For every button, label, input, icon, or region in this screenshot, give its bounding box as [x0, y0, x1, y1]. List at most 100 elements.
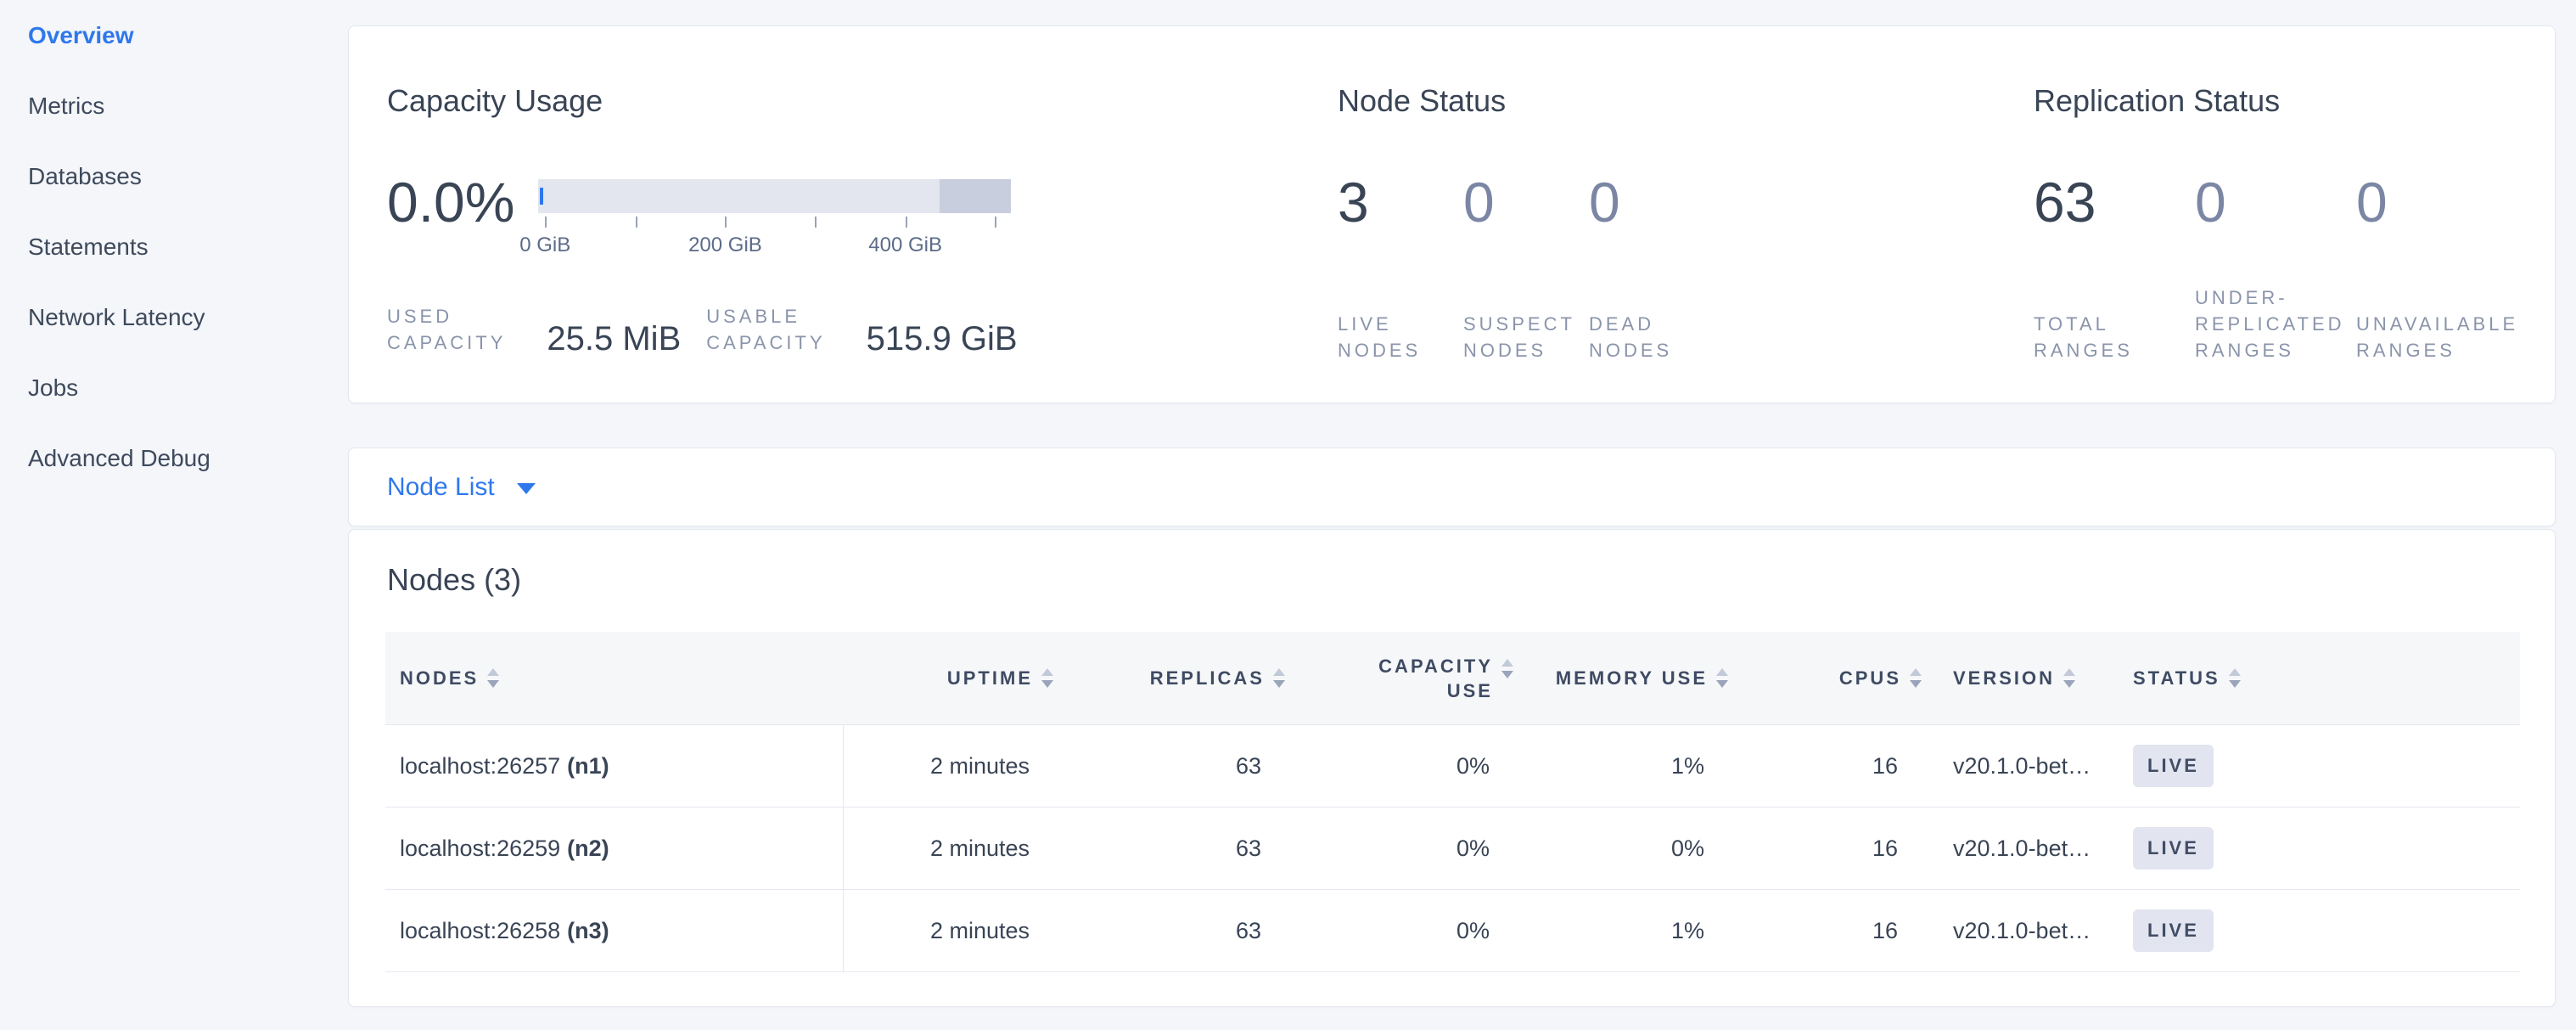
replication-status-title: Replication Status — [2034, 84, 2555, 118]
axis-tick — [815, 217, 817, 228]
label-line: CAPACITY — [706, 329, 825, 356]
status-cell: LIVE — [2123, 890, 2520, 971]
caret-down-icon — [517, 483, 536, 494]
unavailable-ranges-label: UNAVAILABLE RANGES — [2356, 311, 2517, 363]
total-ranges-label: TOTAL RANGES — [2034, 311, 2195, 363]
sidebar-item-overview[interactable]: Overview — [0, 0, 348, 70]
node-address-cell[interactable]: localhost:26259 (n2) — [385, 808, 844, 889]
sidebar-item-jobs[interactable]: Jobs — [0, 352, 348, 423]
label-line: USED — [387, 303, 506, 329]
cpus-cell: 16 — [1728, 725, 1922, 807]
node-name: (n1) — [567, 753, 609, 780]
sort-arrows-icon — [1273, 668, 1285, 688]
capacity-used-percent: 0.0% — [387, 172, 514, 256]
capacity-usage-title: Capacity Usage — [387, 84, 1299, 118]
memory-use-cell: 1% — [1513, 890, 1728, 971]
sidebar-item-metrics[interactable]: Metrics — [0, 70, 348, 141]
used-capacity-label: USED CAPACITY — [387, 303, 506, 356]
under-replicated-ranges-label: UNDER- REPLICATED RANGES — [2195, 284, 2356, 363]
uptime-cell: 2 minutes — [844, 725, 1053, 807]
live-nodes-stat: 3 LIVE NODES — [1338, 172, 1463, 363]
live-nodes-label: LIVE NODES — [1338, 311, 1463, 363]
sidebar-item-label: Metrics — [28, 93, 104, 120]
column-header-version[interactable]: VERSION — [1922, 667, 2123, 689]
capacity-bar-track — [538, 179, 1011, 213]
node-address-cell[interactable]: localhost:26258 (n3) — [385, 890, 844, 971]
sort-arrows-icon — [1501, 659, 1513, 678]
label-line: DEAD — [1589, 311, 1715, 337]
label-line: NODES — [1463, 337, 1589, 363]
version-cell: v20.1.0-bet… — [1922, 890, 2123, 971]
column-header-label: MEMORY USE — [1556, 667, 1708, 689]
nodes-table-card: Nodes (3) NODES UPTIME REPLICAS CAPACI — [348, 529, 2556, 1007]
axis-tick — [995, 217, 996, 228]
node-name: (n2) — [567, 836, 609, 862]
sort-arrows-icon — [487, 668, 499, 688]
replication-status-panel: Replication Status 63 TOTAL RANGES 0 UND… — [1995, 26, 2555, 402]
sidebar-item-label: Statements — [28, 234, 149, 261]
table-row: localhost:26258 (n3) 2 minutes 63 0% 1% … — [385, 890, 2520, 972]
capacity-gauge-row: 0.0% 0 GiB — [387, 172, 1299, 256]
usable-capacity-value: 515.9 GiB — [867, 322, 1018, 356]
total-ranges-stat: 63 TOTAL RANGES — [2034, 172, 2195, 363]
capacity-bar-used-segment — [540, 188, 543, 205]
cpus-cell: 16 — [1728, 890, 1922, 971]
under-replicated-ranges-value: 0 — [2195, 172, 2356, 232]
main-content: Capacity Usage 0.0% — [348, 0, 2576, 1030]
sidebar-item-statements[interactable]: Statements — [0, 211, 348, 282]
status-badge: LIVE — [2133, 827, 2214, 870]
column-header-nodes[interactable]: NODES — [385, 667, 844, 689]
sidebar-item-advanced-debug[interactable]: Advanced Debug — [0, 423, 348, 493]
tick-label: 200 GiB — [688, 234, 762, 257]
capacity-use-cell: 0% — [1285, 808, 1513, 889]
sidebar-item-network-latency[interactable]: Network Latency — [0, 282, 348, 352]
unavailable-ranges-stat: 0 UNAVAILABLE RANGES — [2356, 172, 2517, 363]
column-header-capacity-use[interactable]: CAPACITY USE — [1285, 654, 1513, 703]
dead-nodes-stat: 0 DEAD NODES — [1589, 172, 1715, 363]
column-header-label: NODES — [400, 667, 479, 689]
table-row: localhost:26259 (n2) 2 minutes 63 0% 0% … — [385, 808, 2520, 890]
axis-tick — [725, 217, 727, 228]
version-cell: v20.1.0-bet… — [1922, 808, 2123, 889]
sidebar-item-databases[interactable]: Databases — [0, 141, 348, 211]
node-address: localhost:26258 — [400, 918, 560, 944]
suspect-nodes-stat: 0 SUSPECT NODES — [1463, 172, 1589, 363]
nodes-table-header: NODES UPTIME REPLICAS CAPACITY USE — [385, 632, 2520, 725]
label-line: CAPACITY — [1378, 654, 1493, 678]
capacity-use-cell: 0% — [1285, 725, 1513, 807]
column-header-label: UPTIME — [947, 667, 1033, 689]
node-status-panel: Node Status 3 LIVE NODES 0 SUSPECT NODES — [1299, 26, 1995, 402]
used-capacity-value: 25.5 MiB — [547, 322, 681, 356]
capacity-use-cell: 0% — [1285, 890, 1513, 971]
tick-label: 0 GiB — [519, 234, 570, 257]
column-header-uptime[interactable]: UPTIME — [844, 667, 1053, 689]
suspect-nodes-value: 0 — [1463, 172, 1589, 232]
label-line: LIVE — [1338, 311, 1463, 337]
nodes-table-title: Nodes (3) — [387, 562, 2555, 598]
node-address-cell[interactable]: localhost:26257 (n1) — [385, 725, 844, 807]
column-header-cpus[interactable]: CPUS — [1728, 667, 1922, 689]
column-header-status[interactable]: STATUS — [2123, 667, 2520, 689]
status-badge: LIVE — [2133, 909, 2214, 952]
under-replicated-ranges-stat: 0 UNDER- REPLICATED RANGES — [2195, 172, 2356, 363]
sort-arrows-icon — [1041, 668, 1053, 688]
label-line: UNAVAILABLE — [2356, 311, 2517, 337]
label-line: CAPACITY — [387, 329, 506, 356]
nodes-table: NODES UPTIME REPLICAS CAPACITY USE — [385, 632, 2520, 972]
column-header-memory-use[interactable]: MEMORY USE — [1513, 667, 1728, 689]
sidebar-item-label: Advanced Debug — [28, 445, 210, 472]
node-list-dropdown[interactable]: Node List — [348, 447, 2556, 526]
label-line: USABLE — [706, 303, 825, 329]
replicas-cell: 63 — [1053, 808, 1285, 889]
label-line: RANGES — [2034, 337, 2195, 363]
label-line: TOTAL — [2034, 311, 2195, 337]
sort-arrows-icon — [2063, 668, 2075, 688]
capacity-bar-chart: 0 GiB 200 GiB 400 GiB — [538, 179, 1011, 256]
usable-capacity-label: USABLE CAPACITY — [706, 303, 825, 356]
axis-tick — [636, 217, 637, 228]
label-line: RANGES — [2195, 337, 2356, 363]
sort-arrows-icon — [1910, 668, 1922, 688]
sort-arrows-icon — [2229, 668, 2241, 688]
column-header-label: CAPACITY USE — [1378, 654, 1493, 703]
column-header-replicas[interactable]: REPLICAS — [1053, 667, 1285, 689]
